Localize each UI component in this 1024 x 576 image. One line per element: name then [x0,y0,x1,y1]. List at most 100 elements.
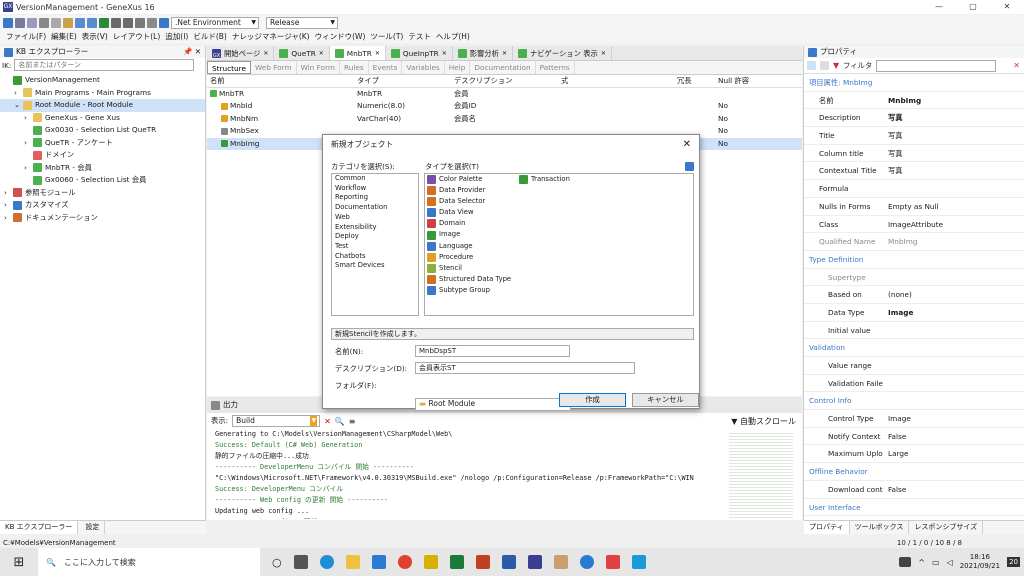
kb-filter-input[interactable] [14,59,195,71]
windows-start-icon[interactable]: ⊞ [0,555,38,570]
subtab-win-form[interactable]: Win Form [297,61,340,74]
category-item[interactable]: Web [332,213,418,223]
subtab-events[interactable]: Events [369,61,403,74]
pin-close-icon[interactable]: 📌 ✕ [183,46,201,58]
property-value[interactable]: 写真 [883,145,1024,162]
ie-icon[interactable] [579,555,594,569]
menu-item[interactable]: レイアウト(L) [113,31,161,43]
categorized-icon[interactable] [807,61,816,70]
category-item[interactable]: Documentation [332,203,418,213]
sort-icon[interactable] [820,61,829,70]
expander-icon[interactable]: › [4,212,10,225]
property-row[interactable]: Description 写真 [804,109,1024,128]
type-item[interactable]: Language [425,241,517,252]
volume-icon[interactable]: ◁ [947,558,953,567]
deploy-icon[interactable] [147,18,157,28]
menu-item[interactable]: 追加(I) [165,31,188,43]
widgets-icon[interactable] [293,555,308,569]
tree-item[interactable]: Gx0060 - Selection List 会員 [0,174,205,187]
run-icon[interactable] [99,18,109,28]
type-item[interactable]: Data View [425,207,517,218]
property-row[interactable]: Maximum UploadLarge [804,445,1024,464]
subtab-web-form[interactable]: Web Form [251,61,297,74]
property-value[interactable] [883,322,1024,339]
type-list[interactable]: Color Palette Data Provider Data Selector D… [424,173,694,316]
menu-item[interactable]: ウィンドウ(W) [315,31,366,43]
property-row[interactable]: Data Type Image [804,304,1024,322]
property-row[interactable]: Title 写真 [804,127,1024,145]
property-row[interactable]: Based on (none) [804,286,1024,304]
save-all-icon[interactable] [27,18,37,28]
powerpoint-icon[interactable] [475,555,490,569]
category-item[interactable]: Deploy [332,232,418,242]
tree-item[interactable]: › カスタマイズ [0,199,205,212]
subtab-variables[interactable]: Variables [402,61,445,74]
close-tab-icon[interactable]: ✕ [319,46,324,61]
properties-filter-input[interactable] [876,59,997,72]
property-value[interactable]: False [883,481,1024,498]
subtab-structure[interactable]: Structure [207,61,251,74]
category-item[interactable]: Workflow [332,184,418,194]
output-minimap[interactable] [729,431,793,519]
clear-output-icon[interactable]: ✕ [324,417,331,426]
property-row[interactable]: Control Type Image [804,410,1024,428]
property-value[interactable]: ImageAttribute [883,216,1024,233]
description-input[interactable]: 会員表示ST [415,362,635,374]
task-view-icon[interactable]: ○ [272,556,282,569]
property-row[interactable]: Validation Failed M [804,375,1024,393]
menu-item[interactable]: 表示(V) [82,31,108,43]
property-row[interactable]: Value range [804,357,1024,375]
property-row[interactable]: Notify Context ChaFalse [804,428,1024,446]
taskbar-search[interactable]: 🔍 ここに入力して検索 [38,548,260,576]
editor-tab[interactable]: QueTR ✕ [274,46,330,61]
store-icon[interactable] [371,555,386,569]
tab-toolbox[interactable]: ツールボックス [850,521,910,534]
column-header[interactable]: 名前 [207,75,357,87]
type-item[interactable]: Data Provider [425,185,517,196]
expander-icon[interactable]: › [4,187,10,200]
search-icon[interactable]: 🔍 [335,417,345,426]
close-tab-icon[interactable]: ✕ [263,46,268,61]
app-icon[interactable] [423,555,438,569]
close-tab-icon[interactable]: ✕ [375,46,380,61]
tree-item[interactable]: › QueTR - アンケート [0,137,205,150]
type-item[interactable]: Transaction [517,174,570,185]
expander-icon[interactable]: ⌄ [14,99,20,112]
filter-icon[interactable]: ▼ [833,61,839,70]
property-value[interactable]: MnbImg [883,233,1024,250]
menu-item[interactable]: 編集(E) [51,31,77,43]
column-header[interactable]: 冗長 [677,75,718,87]
expander-icon[interactable]: › [24,137,30,150]
column-header[interactable]: デスクリプション [454,75,561,87]
property-row[interactable]: Nulls in Forms Empty as Null [804,198,1024,216]
property-section[interactable]: Type Definition [804,251,1024,269]
tab-properties[interactable]: プロパティ [804,521,850,534]
build-icon[interactable] [111,18,121,28]
property-value[interactable]: Image [883,410,1024,427]
property-value[interactable]: 写真 [883,162,1024,179]
close-button[interactable]: ✕ [990,0,1024,14]
edge-icon[interactable] [319,555,334,569]
property-value[interactable]: 写真 [883,127,1024,144]
expander-icon[interactable]: › [24,162,30,175]
configuration-select[interactable]: Release ▼ [266,17,338,29]
property-value[interactable]: 写真 [883,109,1024,126]
category-item[interactable]: Chatbots [332,252,418,262]
category-item[interactable]: Test [332,242,418,252]
output-source-select[interactable]: Build ▼ [232,415,321,427]
environment-select[interactable]: .Net Environment ▼ [171,17,259,29]
category-item[interactable]: Smart Devices [332,261,418,271]
cancel-button[interactable]: キャンセル [632,393,699,407]
type-item[interactable]: Subtype Group [425,285,517,296]
tab-kb-explorer[interactable]: KB エクスプローラー [0,521,79,534]
type-item[interactable]: Data Selector [425,196,517,207]
chrome-icon[interactable] [397,555,412,569]
property-value[interactable] [883,357,1024,374]
close-tab-icon[interactable]: ✕ [601,46,606,61]
expander-icon[interactable]: › [4,199,10,212]
category-item[interactable]: Common [332,174,418,184]
genexus-icon[interactable] [527,555,542,569]
app2-icon[interactable] [605,555,620,569]
skype-icon[interactable] [631,555,646,569]
property-value[interactable]: Large [883,445,1024,462]
